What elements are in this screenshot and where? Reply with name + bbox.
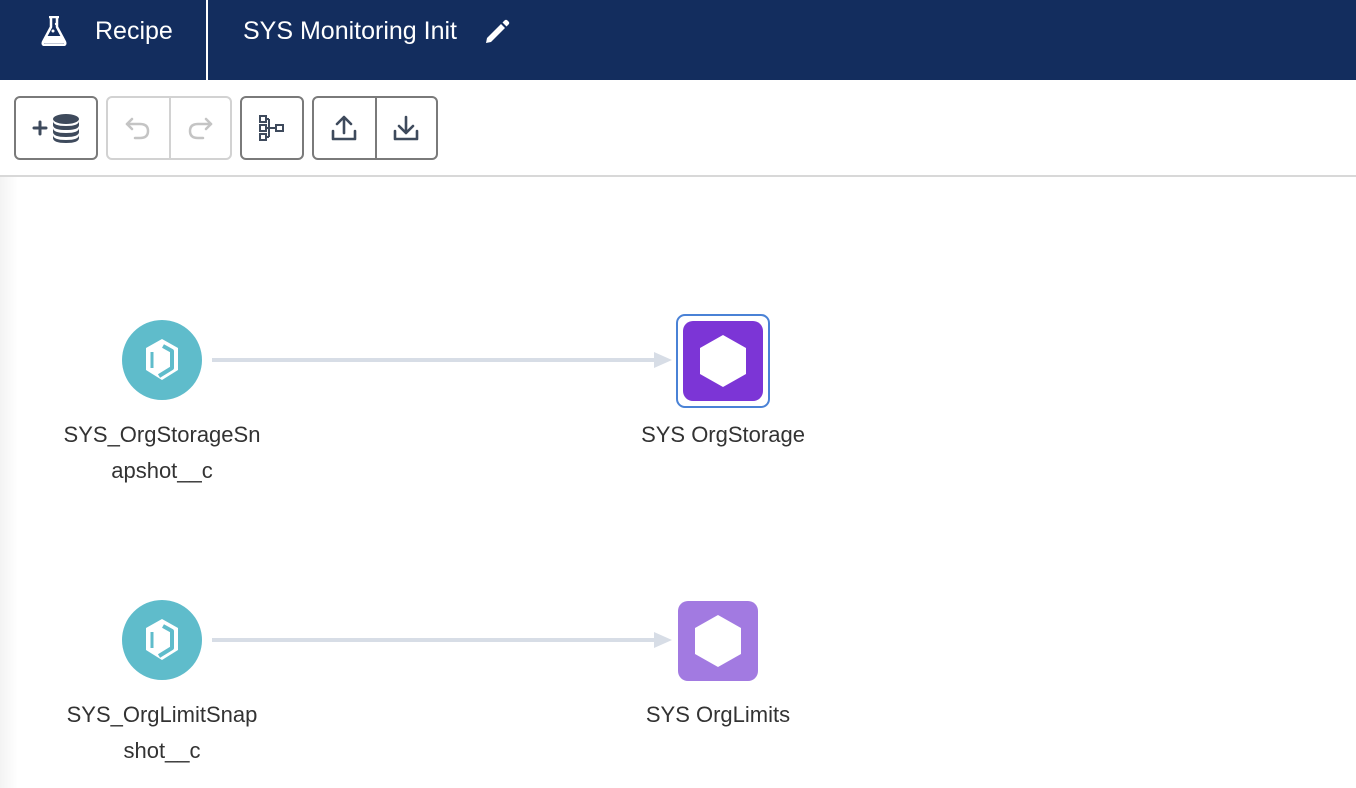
download-button[interactable] <box>374 98 436 158</box>
recipe-tab-label: Recipe <box>95 17 173 45</box>
add-data-button[interactable] <box>16 98 96 158</box>
label-line: SYS OrgLimits <box>645 702 791 727</box>
source-node-label: SYS_OrgStorageSn apshot__c <box>42 417 282 489</box>
upload-button[interactable] <box>314 98 375 158</box>
add-data-group <box>14 96 98 160</box>
label-line: shot__c <box>123 738 201 763</box>
output-dataset-node[interactable] <box>678 601 758 681</box>
source-object-icon <box>146 619 178 660</box>
graph-view-button[interactable] <box>242 98 302 158</box>
dataset-hexagon-icon <box>700 335 746 387</box>
source-object-icon <box>146 339 178 380</box>
hierarchy-icon <box>259 115 284 141</box>
transfer-group <box>312 96 438 160</box>
pencil-icon[interactable] <box>482 17 512 47</box>
layout-group <box>240 96 304 160</box>
flow-edge <box>212 352 672 368</box>
flow-edge <box>212 632 672 648</box>
dataset-hexagon-icon <box>695 615 741 667</box>
source-node[interactable] <box>122 320 202 400</box>
upload-icon <box>332 115 357 141</box>
recipe-title: SYS Monitoring Init <box>243 17 457 45</box>
canvas-edge-shade <box>0 177 18 788</box>
label-line: SYS_OrgStorageSn <box>63 422 261 447</box>
redo-button[interactable] <box>168 98 230 158</box>
history-group <box>106 96 232 160</box>
output-dataset-node[interactable] <box>683 321 763 401</box>
recipe-tab[interactable]: Recipe <box>0 0 208 80</box>
output-node-label: SYS OrgLimits <box>598 697 838 733</box>
download-icon <box>394 115 419 141</box>
top-bar: Recipe SYS Monitoring Init <box>0 0 1356 80</box>
add-database-icon <box>32 114 79 143</box>
source-node[interactable] <box>122 600 202 680</box>
undo-icon <box>126 117 150 140</box>
output-node-label: SYS OrgStorage <box>603 417 843 453</box>
undo-button[interactable] <box>108 98 169 158</box>
label-line: apshot__c <box>111 458 213 483</box>
recipe-canvas[interactable]: SYS_OrgStorageSn apshot__c SYS OrgStorag… <box>0 177 1356 788</box>
toolbar <box>0 80 1356 177</box>
label-line: SYS OrgStorage <box>641 422 805 447</box>
label-line: SYS_OrgLimitSnap <box>66 702 258 727</box>
source-node-label: SYS_OrgLimitSnap shot__c <box>42 697 282 769</box>
flask-icon <box>41 16 67 46</box>
redo-icon <box>189 117 213 140</box>
